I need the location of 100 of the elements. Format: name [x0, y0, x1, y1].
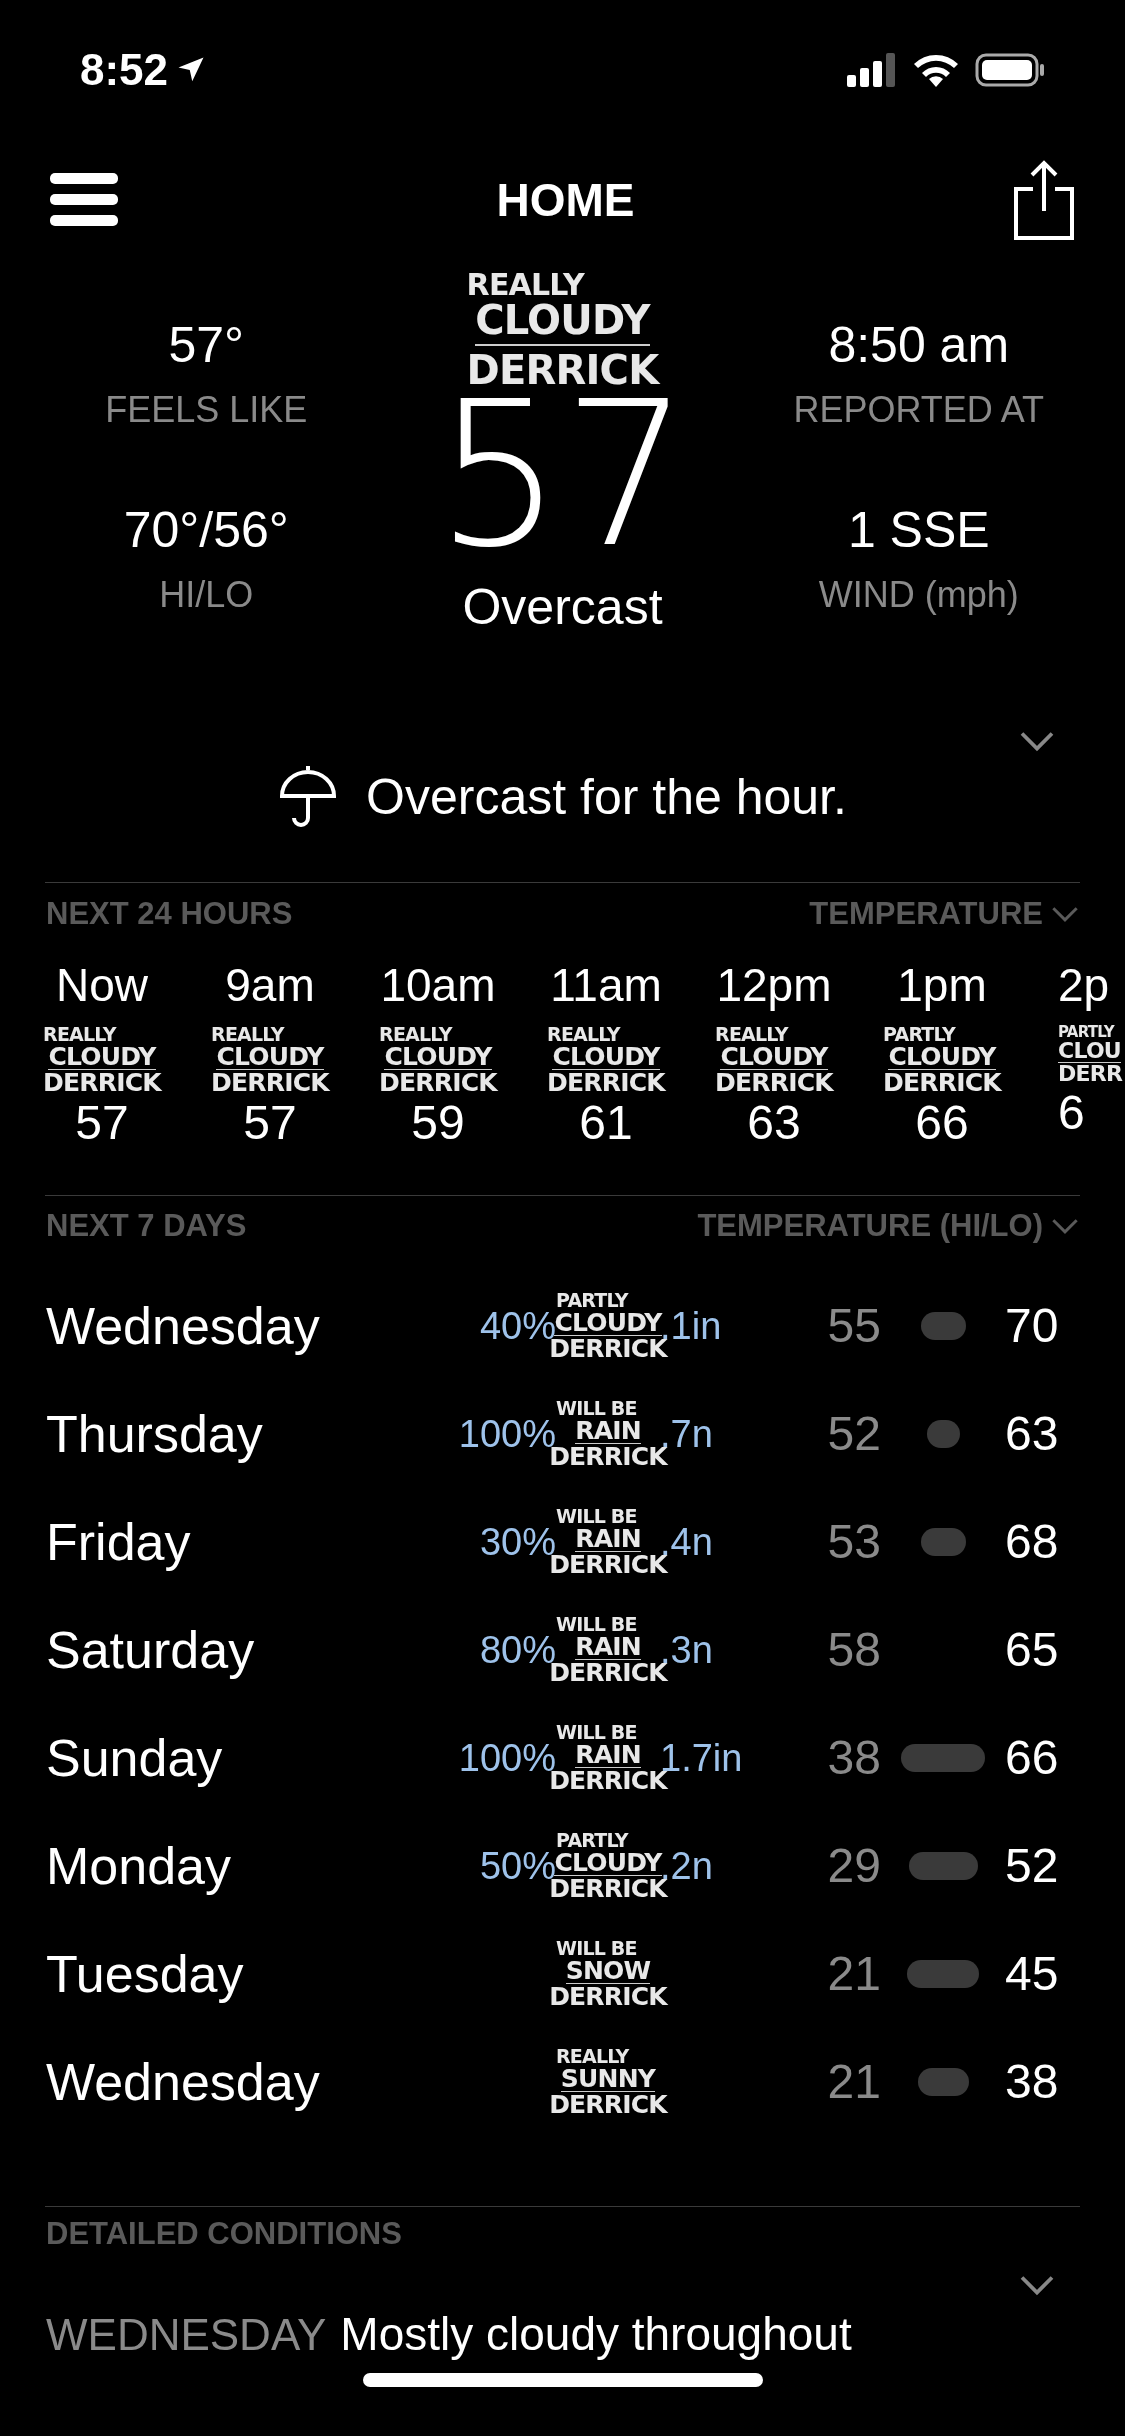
- day-name: Tuesday: [46, 1944, 245, 2005]
- temperature-range-bar: [917, 2068, 969, 2096]
- metric-label: REPORTED AT: [793, 388, 1045, 432]
- temperature-range-bar: [908, 1852, 978, 1880]
- logo-text: REALLY: [547, 1025, 620, 1044]
- logo-text: WILL BE: [556, 1615, 637, 1634]
- temperature-range-bar: [907, 1960, 979, 1988]
- hour-temperature: 6: [1058, 1085, 1085, 1141]
- logo-text: REALLY: [466, 270, 584, 300]
- day-name: Wednesday: [46, 2052, 321, 2113]
- day-name: Saturday: [46, 1620, 256, 1681]
- logo-text: DERRICK: [379, 1070, 497, 1095]
- hour-label: 1pm: [897, 958, 987, 1013]
- logo-text: SNOW: [565, 1958, 651, 1984]
- page-title: HOME: [496, 172, 635, 228]
- logo-text: DERRICK: [715, 1070, 833, 1095]
- logo-text: PARTLY: [556, 1291, 628, 1310]
- chevron-down-icon[interactable]: [1019, 730, 1055, 752]
- hour-label: 2p: [1058, 958, 1110, 1013]
- logo-text: REALLY: [715, 1025, 788, 1044]
- wifi-icon: [913, 53, 959, 87]
- logo-text: DERR: [1058, 1063, 1123, 1085]
- low-temperature: 29: [827, 1838, 881, 1894]
- logo-text: DERRICK: [549, 1984, 667, 2009]
- logo-text: CLOUDY: [48, 1044, 156, 1070]
- logo-text: RAIN: [575, 1742, 641, 1768]
- logo-text: REALLY: [379, 1025, 452, 1044]
- chevron-down-icon[interactable]: [1051, 1217, 1079, 1235]
- high-temperature: 63: [1005, 1406, 1060, 1462]
- logo-text: REALLY: [211, 1025, 284, 1044]
- logo-text: SUNNY: [560, 2066, 656, 2092]
- logo-text: DERRICK: [211, 1070, 329, 1095]
- logo-text: DERRICK: [43, 1070, 161, 1095]
- metric-label: WIND (mph): [818, 573, 1019, 617]
- umbrella-icon: [278, 766, 339, 828]
- logo-text: RAIN: [575, 1526, 641, 1552]
- metric-value: 8:50 am: [828, 316, 1010, 375]
- high-temperature: 45: [1005, 1946, 1060, 2002]
- high-temperature: 65: [1005, 1622, 1060, 1678]
- hour-label: 11am: [550, 958, 662, 1013]
- day-name: Monday: [46, 1836, 232, 1897]
- metric-label: HI/LO: [159, 573, 254, 617]
- low-temperature: 38: [827, 1730, 881, 1786]
- logo-text: DERRICK: [547, 1070, 665, 1095]
- logo-text: RAIN: [575, 1418, 641, 1444]
- signal-icon: [847, 53, 897, 87]
- logo-text: WILL BE: [556, 1399, 637, 1418]
- logo-text: DERRICK: [883, 1070, 1001, 1095]
- logo-text: CLOUDY: [888, 1044, 996, 1070]
- hour-summary: Overcast for the hour.: [366, 767, 847, 827]
- metric-label: FEELS LIKE: [105, 388, 308, 432]
- logo-text: DERRICK: [466, 346, 659, 390]
- hour-temperature: 59: [411, 1095, 465, 1151]
- day-name: Wednesday: [46, 1296, 321, 1357]
- hour-label: 12pm: [716, 958, 832, 1013]
- chevron-down-icon[interactable]: [1019, 2273, 1055, 2296]
- day-name: Thursday: [46, 1404, 264, 1465]
- chevron-down-icon[interactable]: [1051, 905, 1079, 923]
- forecast-day: WEDNESDAY: [46, 2301, 327, 2368]
- logo-text: PARTLY: [1058, 1025, 1114, 1040]
- metric-value: 70°/56°: [123, 501, 289, 560]
- metric-value: 57°: [168, 316, 245, 375]
- logo-text: DERRICK: [549, 2092, 667, 2117]
- low-temperature: 53: [827, 1514, 881, 1570]
- day-name: Friday: [46, 1512, 192, 1573]
- logo-text: CLOU: [1058, 1040, 1121, 1063]
- logo-text: WILL BE: [556, 1507, 637, 1526]
- logo-text: CLOUDY: [384, 1044, 492, 1070]
- temperature-range-bar: [920, 1528, 966, 1556]
- logo-text: REALLY: [556, 2047, 629, 2066]
- low-temperature: 55: [827, 1298, 881, 1354]
- metric-selector[interactable]: TEMPERATURE (HI/LO): [697, 1202, 1043, 1250]
- hour-label: Now: [56, 958, 148, 1013]
- metric-value: 1 SSE: [847, 501, 990, 560]
- forecast-text: Mostly cloudy throughout: [340, 2306, 852, 2362]
- battery-icon: [975, 53, 1045, 87]
- high-temperature: 70: [1005, 1298, 1060, 1354]
- metric-selector[interactable]: TEMPERATURE: [809, 890, 1043, 938]
- low-temperature: 52: [827, 1406, 881, 1462]
- temperature-range-bar: [920, 1312, 966, 1340]
- share-icon[interactable]: [1013, 159, 1075, 241]
- high-temperature: 38: [1005, 2054, 1060, 2110]
- high-temperature: 52: [1005, 1838, 1060, 1894]
- logo-text: CLOUDY: [216, 1044, 324, 1070]
- logo-text: RAIN: [575, 1634, 641, 1660]
- low-temperature: 21: [827, 2054, 881, 2110]
- status-time: 8:52: [80, 44, 169, 96]
- hour-temperature: 57: [243, 1095, 297, 1151]
- section-title: DETAILED CONDITIONS: [45, 2215, 403, 2253]
- current-condition: Overcast: [462, 578, 663, 637]
- logo-text: WILL BE: [556, 1723, 637, 1742]
- section-title: NEXT 24 HOURS: [46, 894, 293, 933]
- hour-temperature: 61: [579, 1095, 633, 1151]
- high-temperature: 66: [1005, 1730, 1060, 1786]
- menu-icon[interactable]: [50, 173, 118, 227]
- day-name: Sunday: [46, 1728, 224, 1789]
- hour-label: 10am: [380, 958, 496, 1013]
- logo-text: CLOUDY: [554, 1310, 662, 1336]
- hour-label: 9am: [225, 958, 315, 1013]
- logo-text: CLOUDY: [475, 300, 650, 346]
